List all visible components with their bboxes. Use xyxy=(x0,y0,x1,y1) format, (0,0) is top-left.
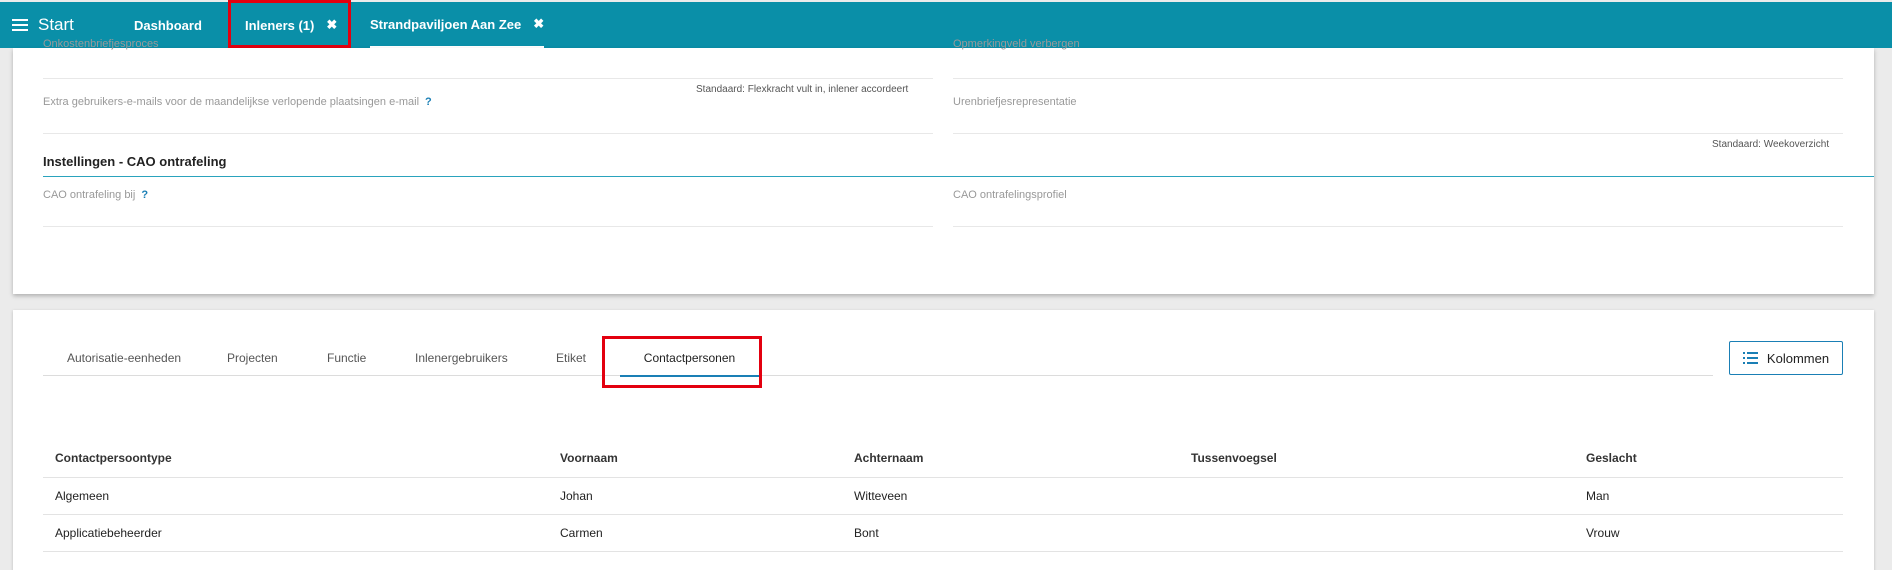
cell-contactpersoontype: Applicatiebeheerder xyxy=(43,514,548,552)
tab-functie[interactable]: Functie xyxy=(327,340,366,376)
field-cao-ontrafeling-bij[interactable]: CAO ontrafeling bij? xyxy=(43,189,933,227)
cell-contactpersoontype: Algemeen xyxy=(43,477,548,515)
cell-achternaam: Bont xyxy=(842,514,1179,552)
tab-contactpersonen[interactable]: Contactpersonen xyxy=(620,340,759,377)
cell-tussenvoegsel xyxy=(1179,514,1574,552)
field-urenbriefjesrepresentatie[interactable]: Urenbriefjesrepresentatie xyxy=(953,96,1843,134)
settings-card: Onkostenbriefjesproces Opmerkingveld ver… xyxy=(13,38,1874,294)
tab-inlenergebruikers[interactable]: Inlenergebruikers xyxy=(415,340,508,376)
table-row[interactable]: Algemeen Johan Witteveen Man xyxy=(43,477,1843,515)
list-icon xyxy=(1742,352,1758,364)
tab-projecten[interactable]: Projecten xyxy=(227,340,278,376)
section-title-cao-ontrafeling: Instellingen - CAO ontrafeling xyxy=(43,154,1874,177)
tab-etiket[interactable]: Etiket xyxy=(556,340,586,376)
tab-contactpersonen-label: Contactpersonen xyxy=(643,350,736,365)
column-header-geslacht[interactable]: Geslacht xyxy=(1574,440,1843,478)
help-icon[interactable]: ? xyxy=(141,189,148,201)
cell-tussenvoegsel xyxy=(1179,477,1574,515)
start-menu-label: Start xyxy=(38,15,74,34)
note-standaard-weekoverzicht: Standaard: Weekoverzicht xyxy=(1712,139,1830,150)
contactpersonen-table: Contactpersoontype Voornaam Achternaam T… xyxy=(43,440,1843,552)
tab-inleners-label: Inleners (1) xyxy=(245,17,315,33)
kolommen-button[interactable]: Kolommen xyxy=(1729,341,1843,375)
column-header-voornaam[interactable]: Voornaam xyxy=(548,440,842,478)
table-header-row: Contactpersoontype Voornaam Achternaam T… xyxy=(43,440,1843,478)
help-icon[interactable]: ? xyxy=(425,96,432,108)
kolommen-label: Kolommen xyxy=(1766,350,1830,366)
field-cao-ontrafelingsprofiel[interactable]: CAO ontrafelingsprofiel xyxy=(953,189,1843,227)
column-header-achternaam[interactable]: Achternaam xyxy=(842,440,1179,478)
column-header-contactpersoontype[interactable]: Contactpersoontype xyxy=(43,440,548,478)
field-label: Onkostenbriefjesproces xyxy=(43,38,159,50)
field-label: CAO ontrafeling bij xyxy=(43,189,136,201)
cell-geslacht: Vrouw xyxy=(1574,514,1843,552)
cell-geslacht: Man xyxy=(1574,477,1843,515)
close-icon[interactable]: ✖ xyxy=(326,17,337,33)
contacts-card: Autorisatie-eenheden Projecten Functie I… xyxy=(13,310,1874,570)
note-standaard-flexkracht: Standaard: Flexkracht vult in, inlener a… xyxy=(696,84,909,95)
field-extra-gebruikers-emails[interactable]: Extra gebruikers-e-mails voor de maandel… xyxy=(43,96,933,134)
table-row[interactable]: Applicatiebeheerder Carmen Bont Vrouw xyxy=(43,514,1843,552)
close-icon[interactable]: ✖ xyxy=(533,16,544,32)
tab-autorisatie-eenheden[interactable]: Autorisatie-eenheden xyxy=(67,340,181,376)
field-label: CAO ontrafelingsprofiel xyxy=(953,189,1067,201)
field-onkostenbriefjesproces[interactable]: Onkostenbriefjesproces xyxy=(43,36,933,79)
cell-achternaam: Witteveen xyxy=(842,477,1179,515)
field-label: Extra gebruikers-e-mails voor de maandel… xyxy=(43,96,420,108)
detail-tabs: Autorisatie-eenheden Projecten Functie I… xyxy=(43,340,1713,377)
tab-dashboard-label: Dashboard xyxy=(134,17,202,33)
column-header-tussenvoegsel[interactable]: Tussenvoegsel xyxy=(1179,440,1574,478)
cell-voornaam: Carmen xyxy=(548,514,842,552)
hamburger-icon xyxy=(12,19,28,31)
field-label: Urenbriefjesrepresentatie xyxy=(953,96,1077,108)
cell-voornaam: Johan xyxy=(548,477,842,515)
tab-strandpaviljoen-label: Strandpaviljoen Aan Zee xyxy=(370,16,522,32)
field-opmerkingveld-verbergen[interactable]: Opmerkingveld verbergen xyxy=(953,36,1843,79)
field-label: Opmerkingveld verbergen xyxy=(953,38,1080,50)
